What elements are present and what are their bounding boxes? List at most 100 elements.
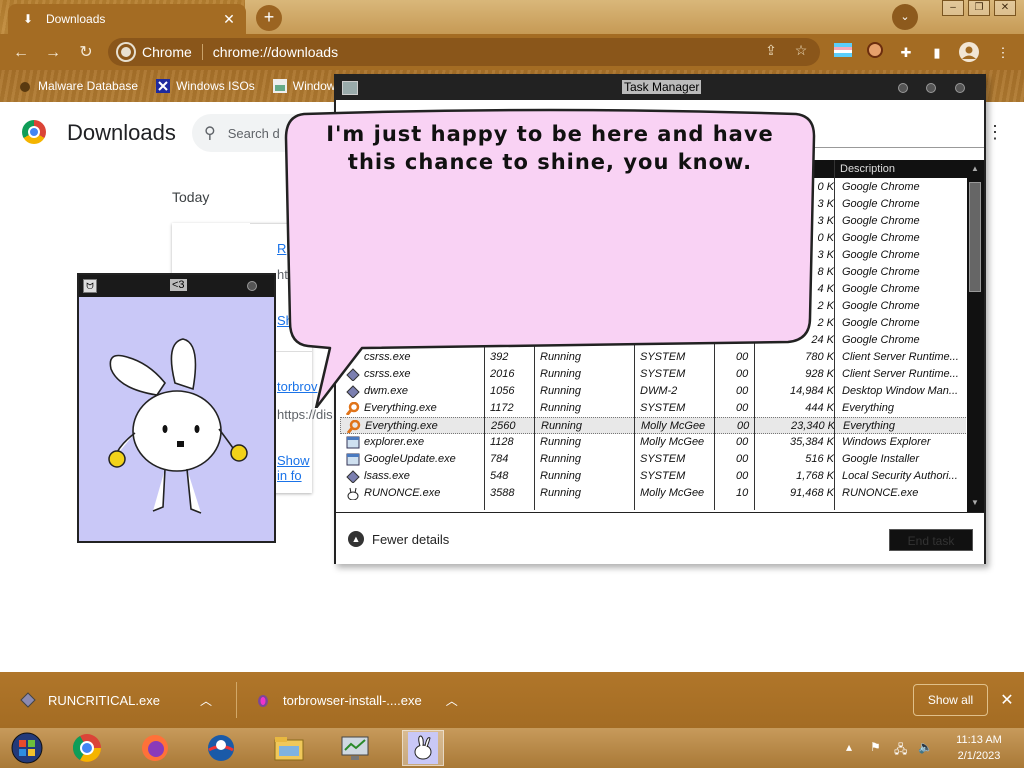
volume-icon[interactable]: 🔈 [918,740,933,754]
table-row[interactable]: lsass.exe 548 Running SYSTEM 00 1,768 K Local … [340,468,966,485]
window-process-icon [346,453,360,466]
fewer-details-button[interactable]: ▲ Fewer details [348,531,449,547]
extension-flag-icon[interactable] [832,42,854,64]
bookmark-windows[interactable]: Windows [272,79,341,93]
back-button[interactable]: ← [10,42,32,64]
bookmark-windows-isos[interactable]: Windows ISOs [156,79,255,93]
end-task-button[interactable]: End task [889,529,973,551]
network-icon[interactable]: 🖧 [894,740,907,761]
minimize-button[interactable] [898,83,908,93]
profile-avatar-icon[interactable] [958,42,980,64]
tab-downloads[interactable]: ⬇ Downloads ✕ [8,4,246,34]
bunny-character-illustration[interactable] [79,297,274,541]
bunny-window-title: <3 [170,279,187,291]
process-name: explorer.exe [364,436,425,448]
process-memory: 23,340 K [790,420,835,432]
speech-bubble: I'm just happy to be here and have this … [282,108,818,408]
share-icon[interactable]: ⇪ [760,42,782,64]
process-user: Molly McGee [640,487,705,499]
table-row[interactable]: Everything.exe 2560 Running Molly McGee 00 23… [340,417,966,434]
close-button[interactable] [955,83,965,93]
download-divider [236,682,237,718]
taskbar-chrome[interactable] [66,730,108,766]
bookmark-label: Malware Database [38,79,139,93]
start-button[interactable] [6,730,48,766]
process-pid: 1128 [490,436,514,448]
close-shelf-icon[interactable]: ✕ [998,690,1016,710]
download-item-runcritical[interactable]: RUNCRITICAL.exe ︿ [20,672,212,728]
process-description: Google Chrome [842,198,920,210]
table-row[interactable] [340,502,966,509]
face-icon [867,42,883,58]
tab-close-icon[interactable]: ✕ [220,10,238,28]
maximize-button[interactable] [926,83,936,93]
process-description: Google Chrome [842,334,920,346]
page-title: Downloads [67,120,176,145]
profile-extension-icon[interactable] [864,42,886,64]
scroll-up-icon[interactable]: ▲ [971,164,979,173]
taskbar-task-manager[interactable] [334,730,376,766]
process-description: Windows Explorer [842,436,931,448]
process-status: Running [540,487,581,499]
taskbar-bunny-app[interactable] [402,730,444,766]
fewer-details-label: Fewer details [372,531,450,547]
show-in-folder-link[interactable]: Show in fo [277,453,312,483]
table-row[interactable]: GoogleUpdate.exe 784 Running SYSTEM 00 516 K G… [340,451,966,468]
process-scrollbar[interactable]: ▲ ▼ [967,160,984,512]
minimize-button[interactable]: – [942,0,964,16]
description-header[interactable]: Description [840,163,895,175]
chrome-logo-icon [22,120,46,144]
download-filename: torbrowser-install-....exe [283,692,422,708]
forward-button[interactable]: → [42,42,64,64]
globe-app-icon [208,735,234,761]
download-url[interactable]: https://dis [277,407,333,422]
show-all-button[interactable]: Show all [913,684,988,716]
task-manager-titlebar[interactable]: Task Manager [336,76,984,100]
menu-kebab-icon[interactable]: ⋮ [992,42,1014,64]
omnibox-site-label: Chrome [142,44,192,60]
process-cpu: 00 [736,453,749,465]
extensions-puzzle-icon[interactable]: ✚ [895,42,917,64]
process-memory: 91,468 K [789,487,834,499]
side-panel-icon[interactable]: ▮ [926,42,948,64]
taskbar-app-round[interactable] [200,730,242,766]
process-memory: 516 K [805,453,834,465]
process-user: Molly McGee [640,436,705,448]
speech-bubble-text: I'm just happy to be here and have this … [326,122,774,174]
action-center-flag-icon[interactable]: ⚑ [870,740,881,754]
bookmark-star-icon[interactable]: ☆ [790,42,812,64]
maximize-button[interactable]: ❐ [968,0,990,16]
process-description: Google Chrome [842,181,920,193]
taskbar-firefox[interactable] [134,730,176,766]
page-menu-icon[interactable]: ⋮ [986,122,1004,143]
search-process-icon [347,420,361,433]
tab-search-button[interactable]: ⌄ [892,4,918,30]
scrollbar-thumb[interactable] [969,182,981,292]
close-window-button[interactable]: ✕ [994,0,1016,16]
chevron-up-icon[interactable]: ︿ [446,692,458,709]
close-button[interactable] [247,281,257,291]
x-logo-icon [156,79,171,93]
scroll-down-icon[interactable]: ▼ [971,498,979,507]
omnibox[interactable]: Chrome chrome://downloads [108,38,820,66]
process-description: Google Installer [842,453,920,465]
chevron-up-icon[interactable]: ︿ [200,692,212,709]
bunny-icon [408,732,438,764]
new-tab-button[interactable]: + [256,5,282,31]
process-description: Desktop Window Man... [842,385,959,397]
search-placeholder: Search d [227,125,280,141]
task-manager-footer: ▲ Fewer details End task [336,512,984,564]
download-item-torbrowser[interactable]: torbrowser-install-....exe ︿ [255,672,458,728]
process-cpu: 00 [736,436,749,448]
table-row[interactable]: RUNONCE.exe 3588 Running Molly McGee 10 91,46… [340,485,966,502]
taskbar-file-explorer[interactable] [268,730,310,766]
bunny-titlebar[interactable]: ᗢ <3 [79,275,274,297]
window-title: Task Manager [622,80,702,94]
system-clock[interactable]: 11:13 AM 2/1/2023 [944,732,1014,764]
reload-button[interactable]: ↻ [75,42,97,64]
tab-title: Downloads [46,12,106,26]
table-row[interactable]: explorer.exe 1128 Running Molly McGee 00 35,3… [340,434,966,451]
process-cpu: 00 [736,470,749,482]
tray-overflow-icon[interactable]: ▴ [846,740,852,754]
bookmark-malware-database[interactable]: Malware Database [18,79,138,93]
